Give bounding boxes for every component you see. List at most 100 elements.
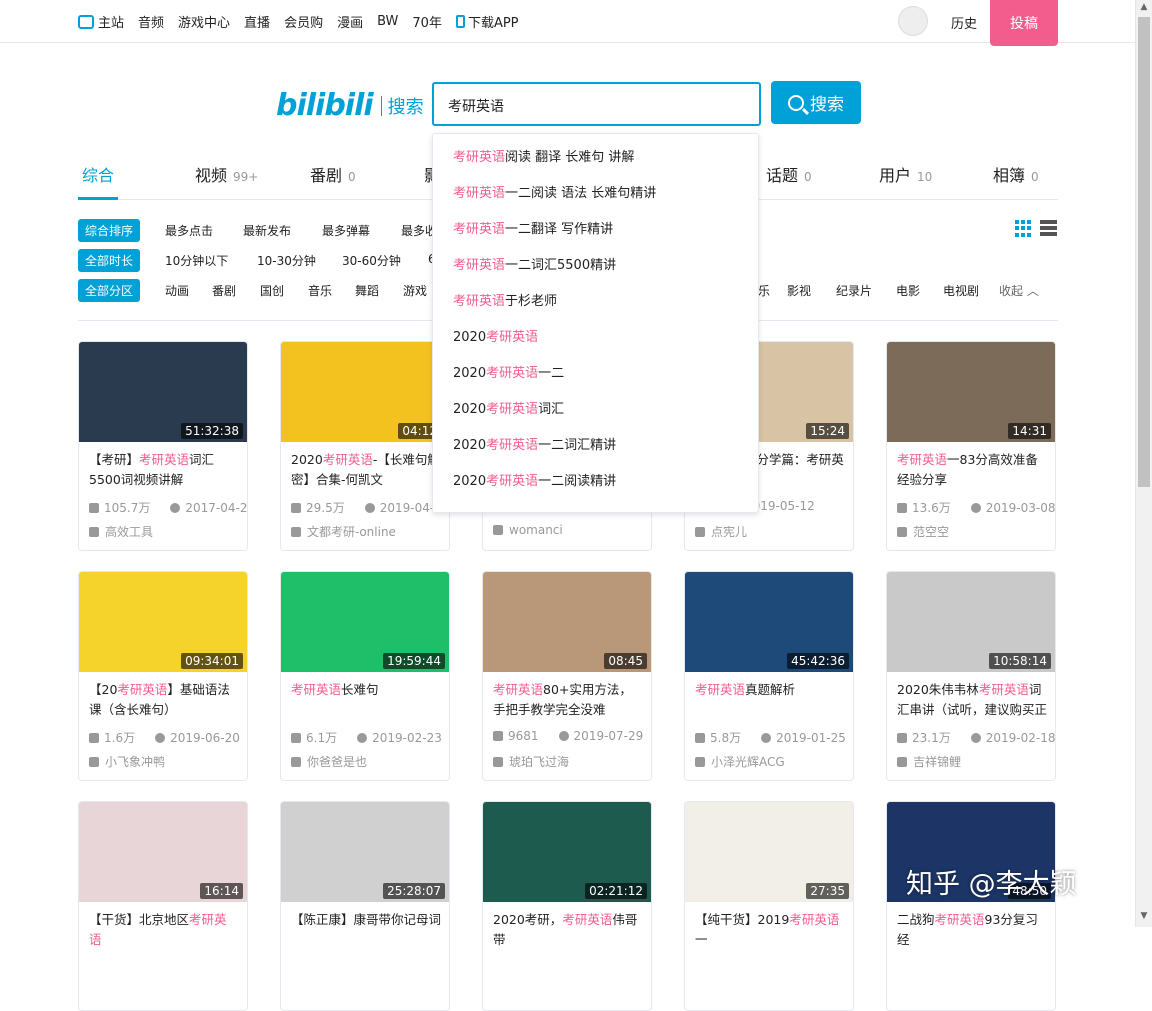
filter-option[interactable]: 影视: [787, 282, 811, 299]
uploader[interactable]: 吉祥锦鲤: [897, 753, 961, 770]
video-title[interactable]: 考研英语一83分高效准备经验分享: [897, 450, 1047, 490]
uploader[interactable]: 点宪儿: [695, 523, 747, 540]
filter-option[interactable]: 最多点击: [165, 222, 213, 239]
suggestion-item[interactable]: 考研英语阅读 翻译 长难句 讲解: [433, 140, 758, 176]
uploader[interactable]: 小飞象冲鸭: [89, 753, 165, 770]
uploader[interactable]: 高效工具: [89, 523, 153, 540]
video-title[interactable]: 【考研】考研英语词汇5500词视频讲解: [89, 450, 239, 490]
nav-item-bw[interactable]: BW: [377, 12, 398, 31]
video-card[interactable]: 09:34:01 【20考研英语】基础语法课（含长难句） 1.6万 2019-06-2…: [78, 571, 248, 781]
suggestion-item[interactable]: 2020考研英语一二: [433, 356, 758, 392]
video-card[interactable]: 04:12: 2020考研英语-【长难句解密】合集-何凯文 29.5万 2019-04…: [280, 341, 450, 551]
suggestion-item[interactable]: 2020考研英语一二词汇精讲: [433, 428, 758, 464]
nav-item-game[interactable]: 游戏中心: [178, 12, 230, 31]
filter-option[interactable]: 电影: [896, 282, 920, 299]
tab-album[interactable]: 相簿 0: [993, 162, 1039, 186]
suggestion-item[interactable]: 考研英语于杉老师: [433, 284, 758, 320]
nav-item-live[interactable]: 直播: [244, 12, 270, 31]
tab-user[interactable]: 用户 10: [879, 162, 932, 186]
video-thumbnail[interactable]: 02:21:12: [483, 802, 651, 902]
video-title[interactable]: 2020朱伟韦林考研英语词汇串讲（试听，建议购买正: [897, 680, 1047, 720]
uploader[interactable]: womanci: [493, 523, 563, 537]
search-button[interactable]: 搜索: [771, 81, 861, 124]
filter-option[interactable]: 音乐: [308, 282, 332, 299]
video-thumbnail[interactable]: 27:35: [685, 802, 853, 902]
suggestion-item[interactable]: 考研英语一二翻译 写作精讲: [433, 212, 758, 248]
filter-option[interactable]: 最新发布: [243, 222, 291, 239]
uploader[interactable]: 小泽光辉ACG: [695, 753, 785, 770]
scroll-up-icon[interactable]: ▲: [1138, 2, 1150, 16]
filter-option[interactable]: 纪录片: [836, 282, 872, 299]
nav-item-shop[interactable]: 会员购: [284, 12, 323, 31]
video-thumbnail[interactable]: 45:42:36: [685, 572, 853, 672]
history-link[interactable]: 历史: [951, 13, 977, 32]
uploader[interactable]: 琥珀飞过海: [493, 753, 569, 770]
collapse-toggle[interactable]: 收起 ︿: [999, 282, 1039, 299]
filter-option[interactable]: 游戏: [403, 282, 427, 299]
scrollbar-thumb[interactable]: [1138, 17, 1150, 487]
video-title[interactable]: 【纯干货】2019考研英语一: [695, 910, 845, 950]
uploader[interactable]: 范空空: [897, 523, 949, 540]
video-thumbnail[interactable]: 08:45: [483, 572, 651, 672]
video-card[interactable]: 02:21:12 2020考研，考研英语伟哥带: [482, 801, 652, 1011]
video-thumbnail[interactable]: 19:59:44: [281, 572, 449, 672]
video-title[interactable]: 2020考研，考研英语伟哥带: [493, 910, 643, 950]
tab-all[interactable]: 综合: [82, 162, 114, 186]
filter-option[interactable]: 最多弹幕: [322, 222, 370, 239]
filter-pill-duration[interactable]: 全部时长: [78, 248, 141, 272]
video-thumbnail[interactable]: 51:32:38: [79, 342, 247, 442]
filter-option[interactable]: 舞蹈: [355, 282, 379, 299]
video-title[interactable]: 考研英语长难句: [291, 680, 441, 720]
video-thumbnail[interactable]: 10:58:14: [887, 572, 1055, 672]
video-card[interactable]: 16:14 【干货】北京地区考研英语: [78, 801, 248, 1011]
grid-view-icon[interactable]: [1015, 220, 1032, 237]
video-thumbnail[interactable]: 04:12:: [281, 342, 449, 442]
nav-item-audio[interactable]: 音频: [138, 12, 164, 31]
suggestion-item[interactable]: 考研英语一二词汇5500精讲: [433, 248, 758, 284]
video-card[interactable]: 27:35 【纯干货】2019考研英语一: [684, 801, 854, 1011]
video-card[interactable]: 14:31 考研英语一83分高效准备经验分享 13.6万 2019-03-08 范空空: [886, 341, 1056, 551]
video-card[interactable]: 45:42:36 考研英语真题解析 5.8万 2019-01-25 小泽光辉ACG: [684, 571, 854, 781]
bilibili-logo[interactable]: bilibili 搜索: [276, 88, 424, 123]
filter-pill-sort[interactable]: 综合排序: [78, 218, 141, 242]
filter-option[interactable]: 30-60分钟: [342, 252, 401, 269]
suggestion-item[interactable]: 2020考研英语词汇: [433, 392, 758, 428]
filter-option[interactable]: 10分钟以下: [165, 252, 228, 269]
tab-bangumi[interactable]: 番剧 0: [310, 162, 356, 186]
filter-option[interactable]: 番剧: [212, 282, 236, 299]
scroll-down-icon[interactable]: ▼: [1138, 911, 1150, 925]
video-title[interactable]: 二战狗考研英语93分复习经: [897, 910, 1047, 950]
video-thumbnail[interactable]: 25:28:07: [281, 802, 449, 902]
nav-item-download[interactable]: 下载APP: [455, 12, 519, 31]
nav-item-70[interactable]: 70年: [412, 12, 442, 31]
video-title[interactable]: 【陈正康】康哥带你记母词: [291, 910, 441, 950]
video-title[interactable]: 【20考研英语】基础语法课（含长难句）: [89, 680, 239, 720]
video-title[interactable]: 2020考研英语-【长难句解密】合集-何凯文: [291, 450, 441, 490]
suggestion-item[interactable]: 考研英语一二阅读 语法 长难句精讲: [433, 176, 758, 212]
video-card[interactable]: 51:32:38 【考研】考研英语词汇5500词视频讲解 105.7万 2017-04…: [78, 341, 248, 551]
filter-option[interactable]: 电视剧: [943, 282, 979, 299]
video-card[interactable]: 19:59:44 考研英语长难句 6.1万 2019-02-23 你爸爸是也: [280, 571, 450, 781]
filter-pill-zone[interactable]: 全部分区: [78, 278, 141, 302]
list-view-icon[interactable]: [1040, 220, 1057, 237]
video-card[interactable]: 08:45 考研英语80+实用方法，手把手教学完全没难度！！！ 9681 2019-0…: [482, 571, 652, 781]
video-card[interactable]: 25:28:07 【陈正康】康哥带你记母词: [280, 801, 450, 1011]
uploader[interactable]: 文都考研-online: [291, 523, 396, 540]
tab-video[interactable]: 视频 99+: [195, 162, 258, 186]
suggestion-item[interactable]: 2020考研英语: [433, 320, 758, 356]
nav-item-manga[interactable]: 漫画: [337, 12, 363, 31]
video-thumbnail[interactable]: 09:34:01: [79, 572, 247, 672]
video-title[interactable]: 考研英语80+实用方法，手把手教学完全没难度！！！: [493, 680, 643, 720]
video-card[interactable]: 10:58:14 2020朱伟韦林考研英语词汇串讲（试听，建议购买正 23.1万 20…: [886, 571, 1056, 781]
avatar[interactable]: [898, 6, 928, 36]
upload-button[interactable]: 投稿: [990, 0, 1058, 46]
video-thumbnail[interactable]: 16:14: [79, 802, 247, 902]
nav-item-main[interactable]: 主站: [78, 12, 124, 31]
video-title[interactable]: 考研英语真题解析: [695, 680, 845, 720]
suggestion-item[interactable]: 2020考研英语一二阅读精讲: [433, 464, 758, 500]
filter-option[interactable]: 国创: [260, 282, 284, 299]
uploader[interactable]: 你爸爸是也: [291, 753, 367, 770]
filter-option[interactable]: 动画: [165, 282, 189, 299]
filter-option[interactable]: 乐: [758, 282, 770, 299]
video-title[interactable]: 【干货】北京地区考研英语: [89, 910, 239, 950]
